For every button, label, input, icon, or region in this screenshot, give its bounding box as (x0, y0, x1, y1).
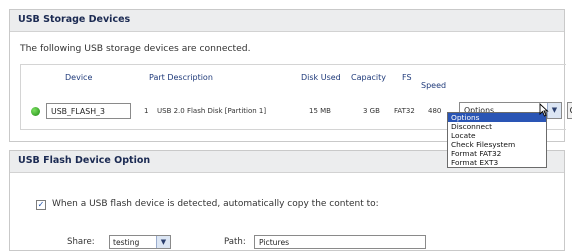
device-disk-used: 15 MB (309, 107, 331, 115)
chevron-down-icon[interactable]: ▼ (547, 103, 561, 118)
path-input[interactable] (254, 235, 426, 249)
auto-copy-label: When a USB flash device is detected, aut… (52, 199, 379, 209)
column-header-speed: Speed (421, 81, 447, 90)
column-header-disk-used: Disk Used (301, 73, 341, 82)
column-header-device: Device (65, 73, 93, 82)
menu-item-disconnect[interactable]: Disconnect (448, 122, 546, 131)
device-status-icon (31, 107, 40, 116)
share-select[interactable]: testing ▼ (109, 235, 171, 249)
path-label: Path: (224, 237, 246, 247)
column-header-capacity: Capacity (351, 73, 386, 82)
chevron-down-icon[interactable]: ▼ (156, 236, 170, 248)
menu-item-format-fat32[interactable]: Format FAT32 (448, 149, 546, 158)
device-fs: FAT32 (394, 107, 415, 115)
share-select-value: testing (113, 238, 140, 247)
device-index: 1 (144, 107, 149, 115)
device-action-menu: Options Disconnect Locate Check Filesyst… (447, 112, 547, 168)
column-header-part-description: Part Description (149, 73, 213, 82)
auto-copy-checkbox[interactable]: ✓ (36, 200, 46, 210)
share-label: Share: (67, 237, 95, 247)
mouse-pointer-icon (539, 103, 549, 117)
menu-item-check-filesystem[interactable]: Check Filesystem (448, 140, 546, 149)
device-name-field[interactable] (46, 103, 131, 119)
go-button[interactable]: Go (567, 102, 572, 119)
device-part-description: USB 2.0 Flash Disk [Partition 1] (157, 107, 267, 115)
device-speed: 480 (428, 107, 442, 115)
device-capacity: 3 GB (363, 107, 380, 115)
menu-item-locate[interactable]: Locate (448, 131, 546, 140)
menu-item-format-ext3[interactable]: Format EXT3 (448, 158, 546, 167)
menu-item-options[interactable]: Options (448, 113, 546, 122)
usb-storage-title: USB Storage Devices (10, 10, 564, 32)
usb-storage-intro: The following USB storage devices are co… (20, 43, 251, 54)
column-header-fs: FS (402, 73, 412, 82)
